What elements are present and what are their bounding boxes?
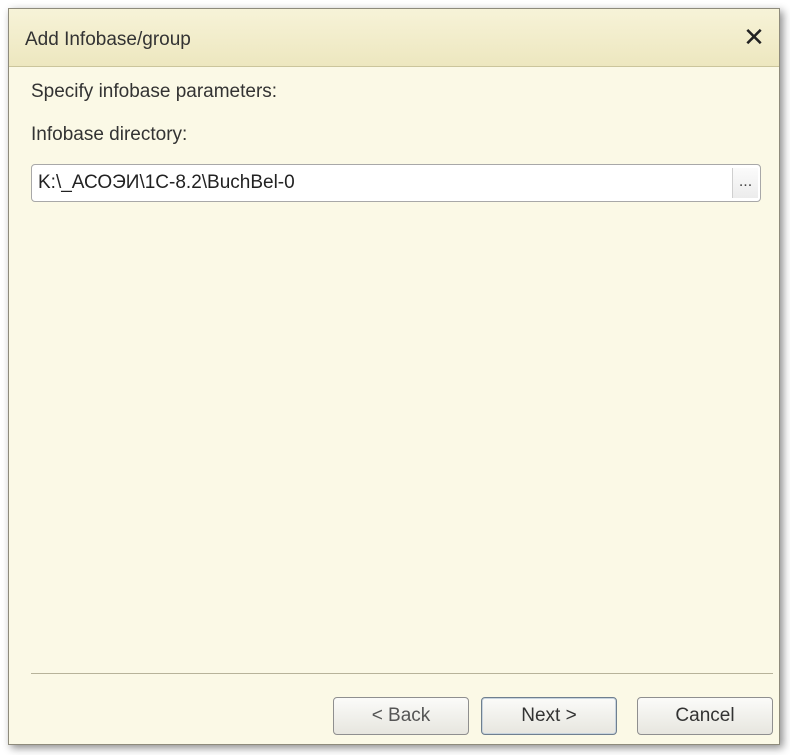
- infobase-directory-field[interactable]: ...: [31, 164, 761, 202]
- infobase-directory-input[interactable]: [38, 165, 728, 201]
- back-button[interactable]: < Back: [333, 697, 469, 735]
- close-icon[interactable]: ✕: [741, 25, 767, 51]
- window-title: Add Infobase/group: [25, 29, 191, 50]
- title-bar[interactable]: Add Infobase/group ✕: [9, 9, 779, 67]
- next-button[interactable]: Next >: [481, 697, 617, 735]
- infobase-directory-label: Infobase directory:: [31, 124, 188, 145]
- add-infobase-dialog: Add Infobase/group ✕ Specify infobase pa…: [8, 8, 780, 745]
- footer-divider: [31, 673, 773, 674]
- browse-button[interactable]: ...: [732, 168, 758, 198]
- cancel-button[interactable]: Cancel: [637, 697, 773, 735]
- instruction-label: Specify infobase parameters:: [31, 81, 278, 102]
